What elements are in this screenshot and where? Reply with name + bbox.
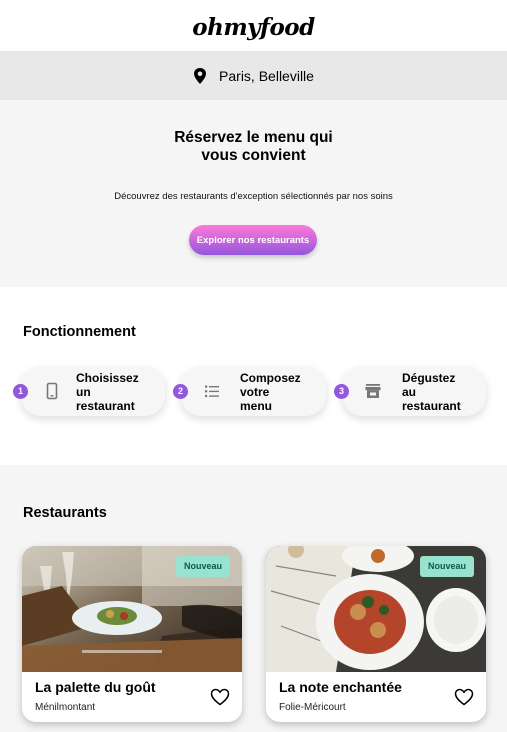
restaurant-area: Ménilmontant <box>35 702 96 713</box>
store-icon <box>365 384 381 398</box>
restaurant-card[interactable]: Nouveau La note enchantée Folie-Méricour… <box>266 546 486 722</box>
step-number: 1 <box>13 384 28 399</box>
step-label: Choisissez un restaurant <box>76 371 139 413</box>
site-header: ohmyfood <box>0 0 507 52</box>
step-label-line: restaurant <box>402 399 461 413</box>
hero-title-line2: vous convient <box>201 147 306 164</box>
restaurant-area: Folie-Méricourt <box>279 702 346 713</box>
hero-title-line1: Réservez le menu qui <box>174 129 333 146</box>
step-label: Composez votre menu <box>240 371 301 413</box>
step-taste-restaurant: 3 Dégustez au restaurant <box>334 367 486 416</box>
step-label-line: Choisissez <box>76 371 139 385</box>
step-label-line: menu <box>240 399 273 413</box>
step-label-line: Dégustez <box>402 371 456 385</box>
hero-title: Réservez le menu qui vous convient <box>0 129 507 165</box>
restaurant-name: La palette du goût <box>35 679 156 695</box>
step-number: 3 <box>334 384 349 399</box>
step-label-line: au <box>402 385 417 399</box>
restaurants-title: Restaurants <box>23 505 107 521</box>
mobile-phone-icon <box>46 382 58 400</box>
map-pin-icon <box>194 68 207 84</box>
step-label-line: restaurant <box>76 399 135 413</box>
location-bar[interactable]: Paris, Belleville <box>0 52 507 100</box>
location-text: Paris, Belleville <box>219 68 314 84</box>
new-badge: Nouveau <box>419 556 474 577</box>
hero-subtitle: Découvrez des restaurants d'exception sé… <box>114 191 393 202</box>
step-compose-menu: 2 Composez votre menu <box>173 367 326 416</box>
step-number: 2 <box>173 384 188 399</box>
step-label-line: votre <box>240 385 270 399</box>
step-label-line: un <box>76 385 91 399</box>
heart-icon[interactable] <box>210 688 230 706</box>
restaurant-card[interactable]: Nouveau La palette du goût Ménilmontant <box>22 546 242 722</box>
hero-section: Réservez le menu qui vous convient Décou… <box>0 100 507 287</box>
restaurant-name: La note enchantée <box>279 679 402 695</box>
new-badge: Nouveau <box>175 556 230 577</box>
heart-icon[interactable] <box>454 688 474 706</box>
step-label: Dégustez au restaurant <box>402 371 461 413</box>
list-icon <box>205 385 219 398</box>
step-choose-restaurant: 1 Choisissez un restaurant <box>13 367 165 416</box>
explore-restaurants-button[interactable]: Explorer nos restaurants <box>189 225 317 255</box>
how-it-works-title: Fonctionnement <box>23 324 136 340</box>
step-label-line: Composez <box>240 371 301 385</box>
logo[interactable]: ohmyfood <box>192 14 315 41</box>
